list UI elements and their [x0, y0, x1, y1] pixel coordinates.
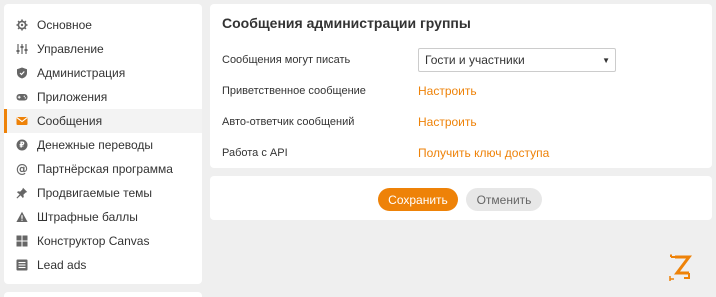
- sidebar-item-label: Партнёрская программа: [37, 162, 173, 176]
- sliders-icon: [16, 43, 28, 55]
- who-can-message-select[interactable]: Гости и участники ▼: [418, 47, 616, 72]
- sidebar-item-general[interactable]: Основное: [4, 13, 202, 37]
- setting-label: Приветственное сообщение: [222, 84, 366, 97]
- settings-sidebar: Основное Управление Администрация Прилож…: [4, 4, 202, 284]
- grid-icon: [16, 235, 28, 247]
- sidebar-item-penalty-points[interactable]: Штрафные баллы: [4, 205, 202, 229]
- sidebar-item-administration[interactable]: Администрация: [4, 61, 202, 85]
- messages-settings-panel: Сообщения администрации группы Сообщения…: [210, 4, 712, 168]
- shield-icon: [16, 67, 28, 79]
- sidebar-item-canvas-builder[interactable]: Конструктор Canvas: [4, 229, 202, 253]
- setting-label: Работа с API: [222, 146, 288, 159]
- sidebar-item-label: Сообщения: [37, 114, 103, 128]
- svg-text:@: @: [16, 163, 28, 175]
- setting-row-api: Работа с API Получить ключ доступа: [222, 137, 700, 168]
- get-access-key-link[interactable]: Получить ключ доступа: [418, 146, 549, 160]
- svg-text:₽: ₽: [19, 141, 24, 150]
- sidebar-item-label: Денежные переводы: [37, 138, 154, 152]
- configure-welcome-link[interactable]: Настроить: [418, 84, 477, 98]
- triangle-down-icon: ▼: [602, 55, 610, 65]
- sidebar-item-label: Продвигаемые темы: [37, 186, 153, 200]
- at-icon: @: [16, 163, 28, 175]
- sidebar-item-label: Lead ads: [37, 258, 87, 272]
- setting-row-auto-responder: Авто-ответчик сообщений Настроить: [222, 106, 700, 137]
- pin-icon: [16, 187, 28, 199]
- sidebar-item-promoted-topics[interactable]: Продвигаемые темы: [4, 181, 202, 205]
- sidebar-item-partner-program[interactable]: @ Партнёрская программа: [4, 157, 202, 181]
- gear-icon: [16, 19, 28, 31]
- gamepad-icon: [16, 91, 28, 103]
- coin-icon: ₽: [16, 139, 28, 151]
- sidebar-item-messages[interactable]: Сообщения: [4, 109, 202, 133]
- cancel-button[interactable]: Отменить: [466, 188, 542, 211]
- sidebar-secondary-block: [4, 292, 202, 297]
- envelope-icon: [16, 115, 28, 127]
- page-title: Сообщения администрации группы: [222, 15, 471, 31]
- setting-row-who-can-message: Сообщения могут писать Гости и участники…: [222, 44, 700, 75]
- configure-auto-responder-link[interactable]: Настроить: [418, 115, 477, 129]
- setting-label: Авто-ответчик сообщений: [222, 115, 355, 128]
- sidebar-item-money-transfers[interactable]: ₽ Денежные переводы: [4, 133, 202, 157]
- sidebar-item-label: Приложения: [37, 90, 108, 104]
- form-actions: Сохранить Отменить: [210, 176, 712, 220]
- select-value: Гости и участники: [425, 52, 525, 67]
- sidebar-item-label: Штрафные баллы: [37, 210, 138, 224]
- sidebar-item-apps[interactable]: Приложения: [4, 85, 202, 109]
- sidebar-item-management[interactable]: Управление: [4, 37, 202, 61]
- sidebar-item-lead-ads[interactable]: Lead ads: [4, 253, 202, 277]
- sidebar-item-label: Управление: [37, 42, 104, 56]
- warning-icon: [16, 211, 28, 223]
- setting-row-welcome-message: Приветственное сообщение Настроить: [222, 75, 700, 106]
- list-icon: [16, 259, 28, 271]
- save-button[interactable]: Сохранить: [378, 188, 458, 211]
- sidebar-item-label: Администрация: [37, 66, 126, 80]
- sidebar-item-label: Основное: [37, 18, 92, 32]
- zen-logo-icon[interactable]: [668, 254, 694, 282]
- sidebar-item-label: Конструктор Canvas: [37, 234, 150, 248]
- setting-label: Сообщения могут писать: [222, 53, 351, 66]
